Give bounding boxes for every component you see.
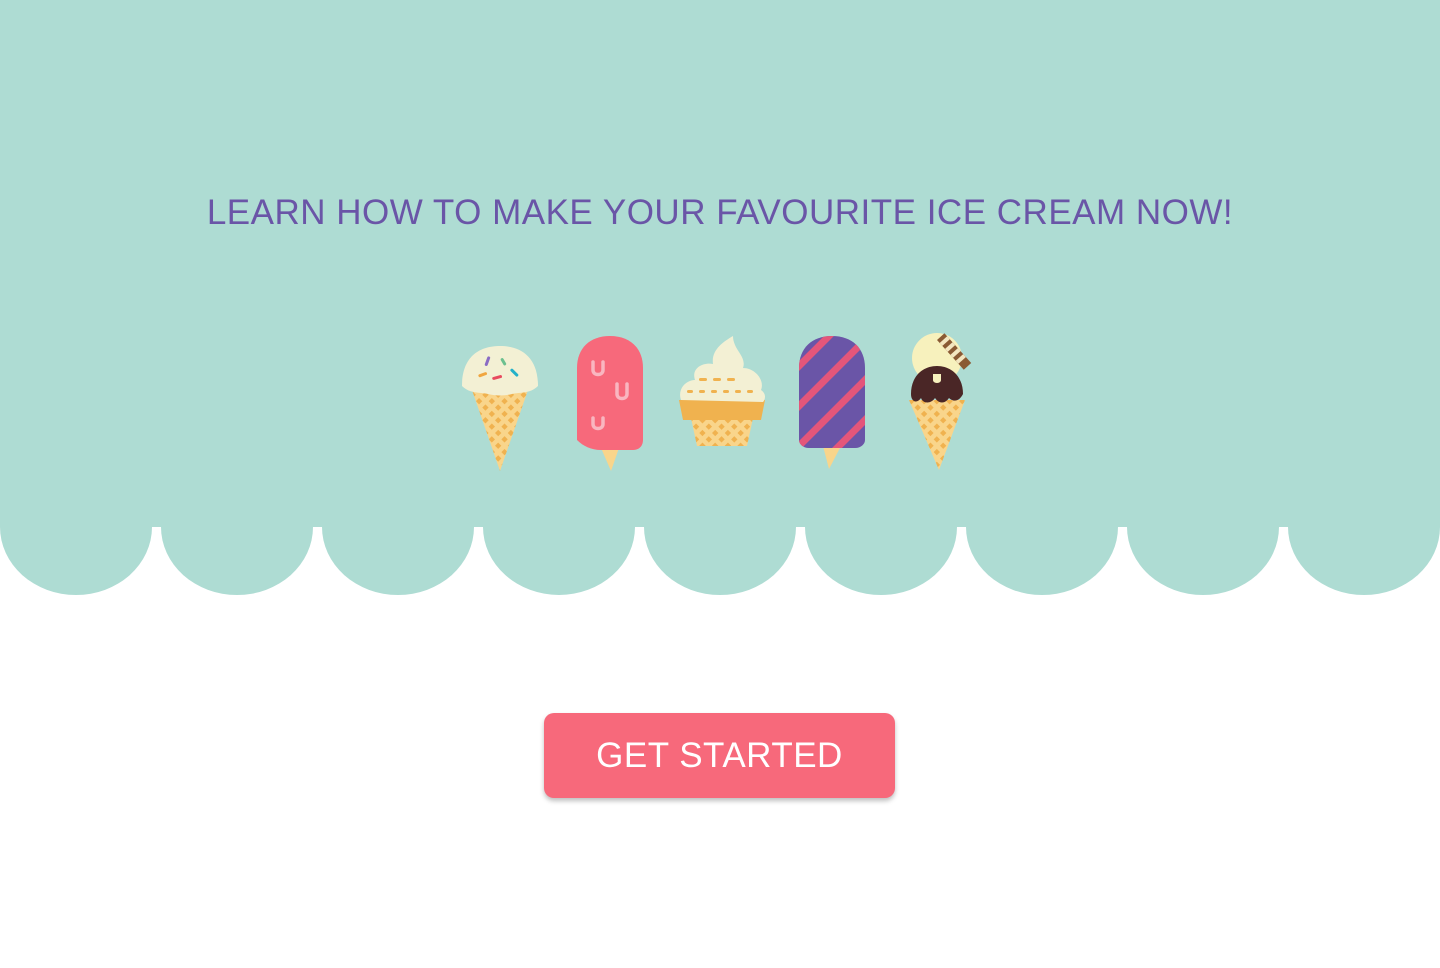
hero-banner: LEARN HOW TO MAKE YOUR FAVOURITE ICE CRE… bbox=[0, 0, 1440, 527]
sprinkle-cone-icon bbox=[462, 346, 538, 471]
pink-popsicle-icon bbox=[577, 336, 643, 471]
ice-cream-illustrations bbox=[455, 328, 985, 478]
get-started-button[interactable]: GET STARTED bbox=[544, 713, 895, 798]
striped-popsicle-icon bbox=[799, 336, 865, 469]
chocolate-cone-icon bbox=[909, 333, 972, 470]
hero-headline: LEARN HOW TO MAKE YOUR FAVOURITE ICE CRE… bbox=[206, 193, 1234, 232]
cupcake-cone-icon bbox=[679, 336, 765, 446]
scalloped-edge bbox=[0, 527, 1440, 595]
landing-page: LEARN HOW TO MAKE YOUR FAVOURITE ICE CRE… bbox=[0, 0, 1440, 968]
